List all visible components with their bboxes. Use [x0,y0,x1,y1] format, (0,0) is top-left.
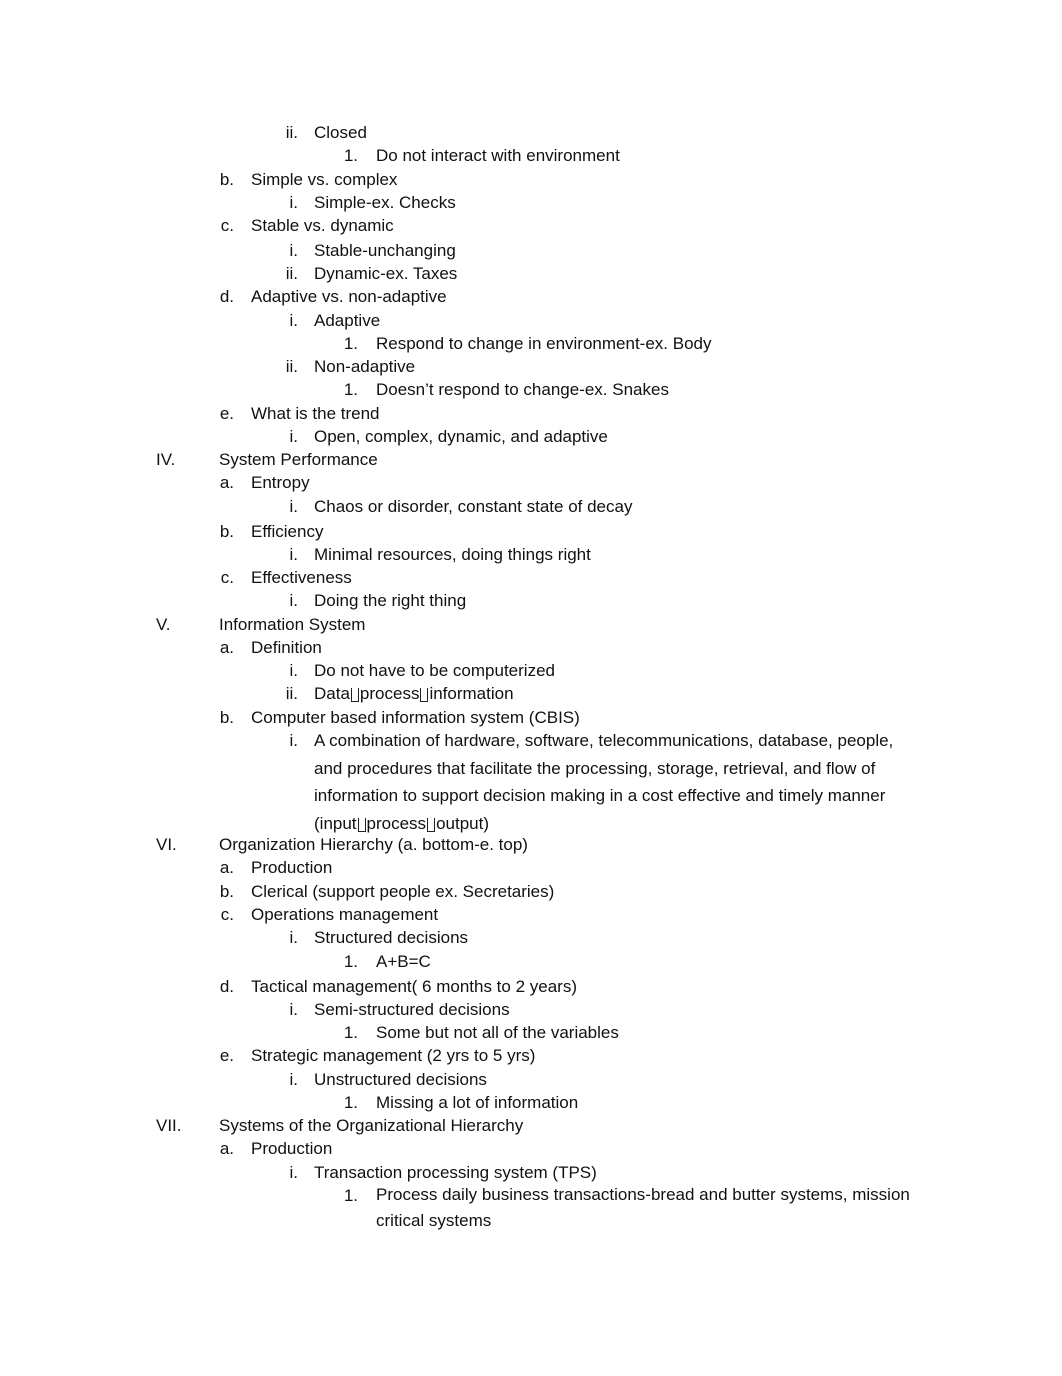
list-marker: i. [289,241,299,260]
list-item-text: Simple vs. complex [251,170,398,189]
list-marker: i. [289,928,299,947]
list-marker: b. [219,170,234,189]
list-item-text: Simple-ex. Checks [314,193,456,212]
list-marker: ii. [285,684,298,703]
list-marker: 1. [343,334,358,353]
list-item-text: Closed [314,123,367,142]
list-item-text: Non-adaptive [314,357,416,376]
list-item-text: Strategic management (2 yrs to 5 yrs) [251,1046,536,1065]
list-item-text: Tactical management( 6 months to 2 years… [251,977,577,996]
list-item-text: Some but not all of the variables [376,1023,619,1042]
list-marker: a. [219,638,234,657]
list-item-text: Doing the right thing [314,591,467,610]
list-marker: b. [219,522,234,541]
list-marker: c. [220,905,234,924]
list-item-text: Clerical (support people ex. Secretaries… [251,882,555,901]
list-item-text: System Performance [219,450,378,469]
list-marker: VII. [156,1116,182,1135]
list-item-text: Minimal resources, doing things right [314,545,591,564]
list-marker: 1. [343,1186,358,1205]
list-marker: i. [289,311,299,330]
list-marker: d. [219,287,234,306]
list-item-text: Adaptive vs. non-adaptive [251,287,447,306]
list-marker: e. [219,1046,234,1065]
list-marker: i. [289,497,299,516]
list-item-text: Respond to change in environment-ex. Bod… [376,334,712,353]
list-item-text: Operations management [251,905,439,924]
missing-glyph-arrow-icon [427,817,436,832]
list-item-text: Dynamic-ex. Taxes [314,264,458,283]
list-item-text: Efficiency [251,522,324,541]
list-marker: ii. [285,264,298,283]
list-marker: 1. [343,1023,358,1042]
list-marker: i. [289,1163,299,1182]
list-item-text: Information System [219,615,366,634]
list-item-text: Effectiveness [251,568,352,587]
list-marker: 1. [343,146,358,165]
missing-glyph-arrow-icon [357,817,366,832]
list-marker: b. [219,882,234,901]
list-item-text: Stable-unchanging [314,241,456,260]
list-marker: a. [219,858,234,877]
list-marker: a. [219,1139,234,1158]
list-marker: i. [289,193,299,212]
list-marker: IV. [156,450,176,469]
list-marker: e. [219,404,234,423]
missing-glyph-arrow-icon [350,688,359,702]
list-marker: 1. [343,952,358,971]
list-item-text: Missing a lot of information [376,1093,579,1112]
list-marker: c. [220,568,234,587]
list-marker: i. [289,545,299,564]
list-marker: b. [219,708,234,727]
list-marker: V. [156,615,171,634]
list-item-text: Systems of the Organizational Hierarchy [219,1116,524,1135]
list-item-text: Organization Hierarchy (a. bottom-e. top… [219,835,528,854]
list-marker: i. [289,661,299,680]
list-item-text: Data process information [314,684,514,703]
list-marker: a. [219,473,234,492]
list-item-text: Computer based information system (CBIS) [251,708,580,727]
list-item-text: Open, complex, dynamic, and adaptive [314,427,608,446]
list-marker: 1. [343,1093,358,1112]
list-item-text: Chaos or disorder, constant state of dec… [314,497,633,516]
list-item-text: Unstructured decisions [314,1070,487,1089]
list-item-text: Production [251,1139,333,1158]
list-marker: i. [289,427,299,446]
list-item-text: Do not have to be computerized [314,661,555,680]
list-item-text: Structured decisions [314,928,469,947]
list-item-text: Do not interact with environment [376,146,620,165]
list-item-text: Production [251,858,333,877]
list-item-text: Process daily business transactions-brea… [376,1185,910,1230]
list-item-text: Transaction processing system (TPS) [314,1163,597,1182]
list-marker: VI. [156,835,177,854]
list-item-text: Adaptive [314,311,381,330]
list-item-text: Definition [251,638,322,657]
list-marker: c. [220,216,234,235]
list-marker: 1. [343,380,358,399]
list-marker: ii. [285,357,298,376]
list-item-text: Stable vs. dynamic [251,216,394,235]
list-item-text: Entropy [251,473,310,492]
missing-glyph-arrow-icon [420,688,429,702]
list-marker: ii. [285,123,298,142]
list-item-text: What is the trend [251,404,380,423]
list-marker: i. [289,1000,299,1019]
list-marker: i. [289,591,299,610]
list-item-text: Doesn’t respond to change-ex. Snakes [376,380,669,399]
list-marker: i. [289,731,299,750]
document-page: ii. Closed 1. Do not interact with environm… [0,0,1062,1376]
list-marker: i. [289,1070,299,1089]
list-item-text: Semi-structured decisions [314,1000,510,1019]
list-item-text: A combination of hardware, software, tel… [314,731,894,833]
list-marker: d. [219,977,234,996]
list-item-text: A+B=C [376,952,431,971]
